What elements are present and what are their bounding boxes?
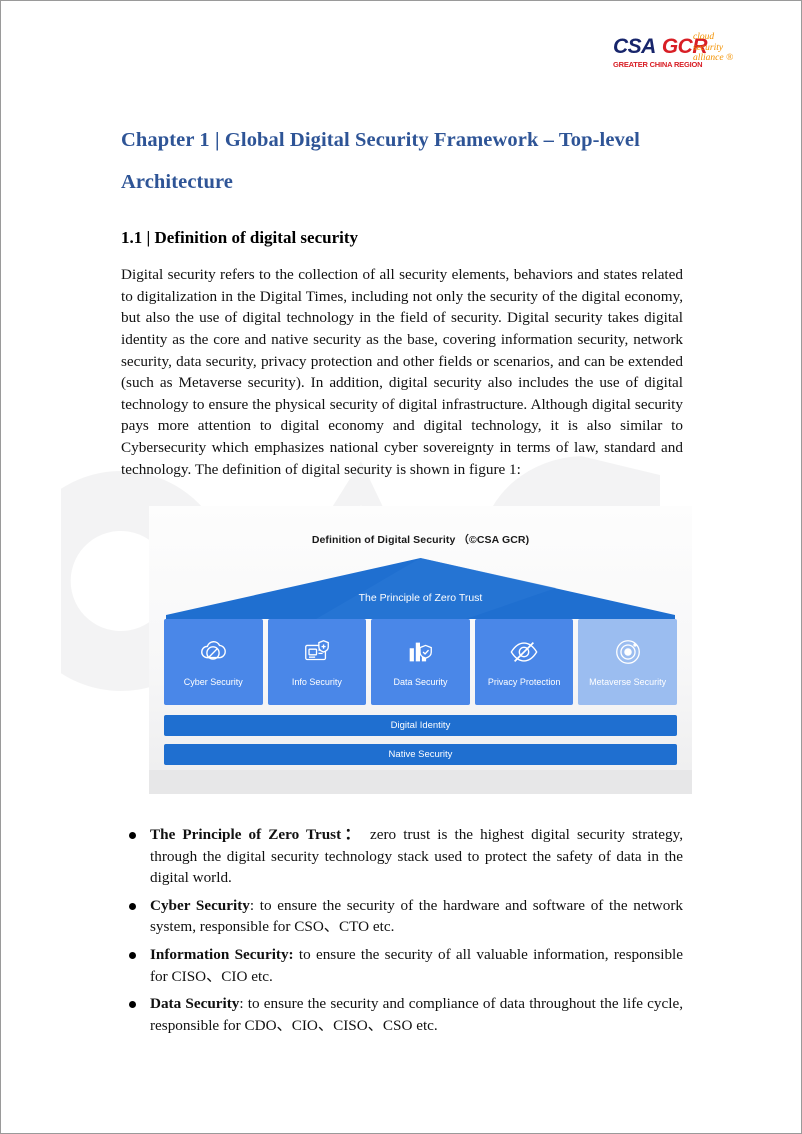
pillar-cyber-security: Cyber Security (164, 619, 263, 705)
csa-gcr-logo: CSA GCR cloud security alliance ® GREATE… (613, 32, 773, 79)
cloud-shield-icon (201, 640, 227, 660)
bullet-term: Data Security (150, 995, 240, 1013)
bullet-term: The Principle of Zero Trust (150, 826, 342, 843)
document-page: CSA GCR cloud security alliance ® GREATE… (0, 0, 802, 1134)
section-heading: 1.1 | Definition of digital security (121, 228, 359, 248)
list-item: Data Security: to ensure the security an… (121, 993, 683, 1036)
list-item: The Principle of Zero Trust： zero trust … (121, 824, 683, 889)
logo-tagline-security: security (693, 42, 724, 53)
logo-wordmark: CSA GCR cloud security alliance ® (613, 32, 773, 63)
roof-label: The Principle of Zero Trust (358, 592, 483, 604)
logo-tagline-cloud: cloud (693, 32, 715, 42)
atom-orbit-icon (615, 639, 640, 664)
pillar-label: Info Security (291, 676, 342, 687)
logo-csa-text: CSA (613, 35, 656, 58)
bullet-term: Cyber Security (150, 896, 250, 914)
list-item: Information Security: to ensure the secu… (121, 944, 683, 987)
pillar-label: Metaverse Security (589, 676, 667, 687)
logo-tagline-alliance: alliance ® (693, 53, 734, 63)
pillar-info-security: Info Security (267, 619, 367, 705)
definition-paragraph: Digital security refers to the collectio… (121, 266, 683, 478)
pillar-data-security: Data Security (371, 619, 470, 705)
bullet-list: The Principle of Zero Trust： zero trust … (121, 824, 683, 1042)
logo-tagline: cloud security alliance ® (693, 32, 733, 64)
bullet-dot-icon (129, 951, 136, 959)
pillar-label: Data Security (393, 676, 448, 687)
chapter-heading: Chapter 1 | Global Digital Security Fram… (121, 128, 640, 193)
zero-trust-roof-shape (166, 558, 675, 619)
figure-base-plate (149, 770, 692, 794)
bar-chart-shield-icon (410, 642, 433, 661)
band-native-security: Native Security (164, 744, 677, 765)
pillar-row: Cyber Security Info Security Data Securi… (164, 619, 677, 705)
figure-title: Definition of Digital Security （©CSA GCR… (311, 534, 530, 546)
bullet-dot-icon (129, 832, 136, 839)
pillar-label: Cyber Security (183, 676, 243, 687)
digital-security-figure: Definition of Digital Security （©CSA GCR… (149, 506, 692, 794)
pillar-privacy-protection: Privacy Protection (474, 619, 574, 705)
bullet-separator: ： (341, 826, 363, 843)
pillar-label: Privacy Protection (487, 676, 561, 687)
bullet-dot-icon (129, 902, 136, 910)
eye-slash-icon (510, 641, 538, 662)
band-digital-identity: Digital Identity (164, 715, 677, 736)
bullet-dot-icon (129, 1001, 136, 1009)
bullet-term: Information Security: (150, 945, 294, 963)
document-shield-icon (304, 639, 329, 660)
list-item: Cyber Security: to ensure the security o… (121, 895, 683, 938)
pillar-metaverse-security: Metaverse Security (578, 619, 677, 705)
